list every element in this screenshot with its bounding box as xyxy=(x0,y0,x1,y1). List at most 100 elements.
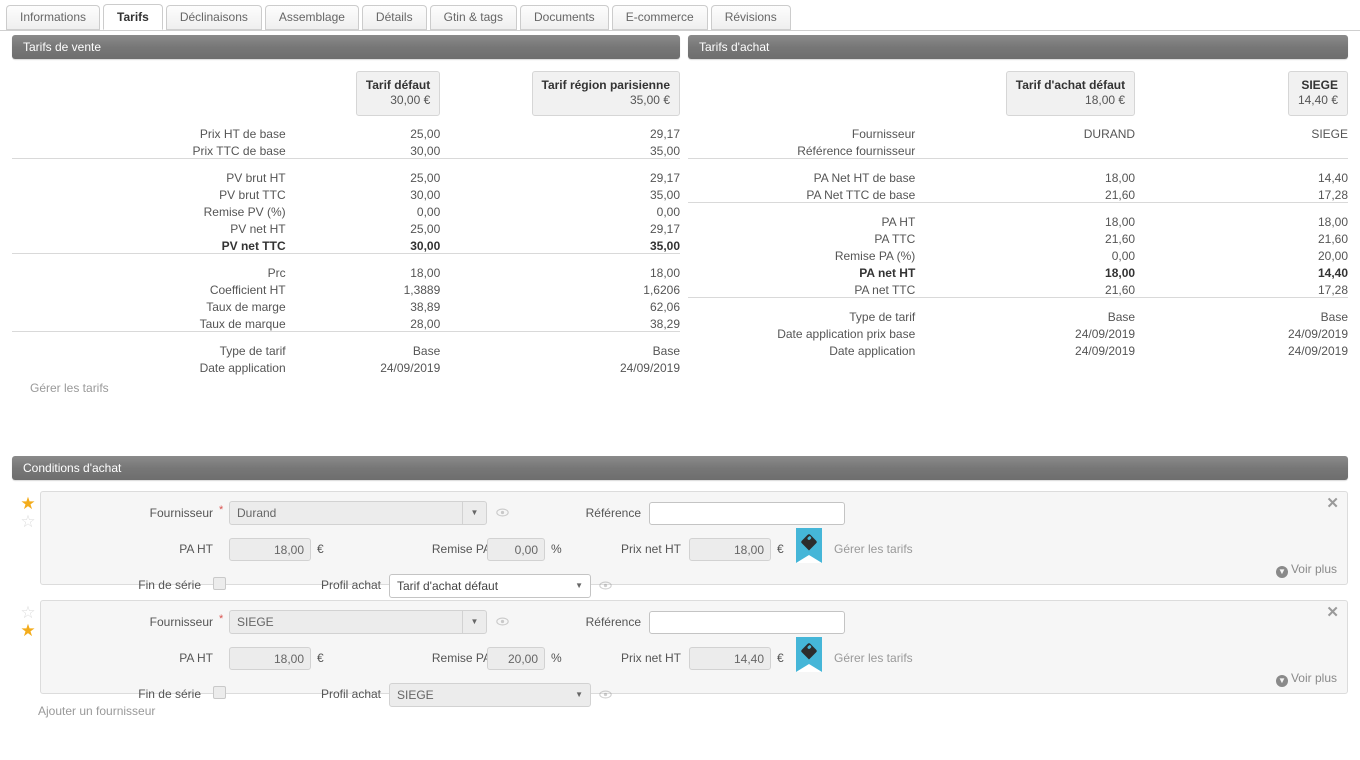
manage-sales-tariffs-link[interactable]: Gérer les tarifs xyxy=(30,381,109,395)
group-divider xyxy=(688,201,1348,212)
manage-tariffs-tag-icon[interactable] xyxy=(796,637,822,672)
remise-pa-input[interactable] xyxy=(487,538,545,561)
tariff-row: PV net HT 25,00 29,17 xyxy=(12,219,680,236)
fin-de-serie-checkbox[interactable] xyxy=(213,686,226,699)
pa-ht-unit: € xyxy=(317,651,324,665)
tariff-column-box: Tarif défaut 30,00 € xyxy=(355,71,441,116)
tariff-row-value: 18,00 xyxy=(649,266,680,280)
remove-supplier-icon[interactable]: ✕ xyxy=(1326,496,1339,511)
fournisseur-required-mark: * xyxy=(219,613,224,625)
tab-d-clinaisons[interactable]: Déclinaisons xyxy=(165,5,262,30)
purchase-tariffs-panel: Tarifs d'achat Tarif d'achat défaut 18,00… xyxy=(688,35,1348,358)
voir-plus-link[interactable]: ▼ Voir plus xyxy=(1275,562,1337,578)
reference-input[interactable] xyxy=(649,502,845,525)
voir-plus-link[interactable]: ▼ Voir plus xyxy=(1275,671,1337,687)
tariff-row-value: 24/09/2019 xyxy=(1287,344,1348,358)
fin-de-serie-checkbox[interactable] xyxy=(213,577,226,590)
purchase-tariffs-header: Tarifs d'achat xyxy=(688,35,1348,59)
tab-tarifs[interactable]: Tarifs xyxy=(103,4,163,30)
tariff-row: Prc 18,00 18,00 xyxy=(12,263,680,280)
remove-supplier-icon[interactable]: ✕ xyxy=(1326,605,1339,620)
profil-achat-value: Tarif d'achat défaut xyxy=(397,579,499,593)
sales-tariffs-header: Tarifs de vente xyxy=(12,35,680,59)
group-divider xyxy=(688,296,1348,307)
tariff-column-box: SIEGE 14,40 € xyxy=(1287,71,1348,116)
tariff-row-value: 62,06 xyxy=(649,300,680,314)
chevron-down-icon[interactable]: ▼ xyxy=(575,684,583,706)
tariff-row: PV brut TTC 30,00 35,00 xyxy=(12,185,680,202)
tab-r-visions[interactable]: Révisions xyxy=(710,5,791,30)
reference-input[interactable] xyxy=(649,611,845,634)
tab-informations[interactable]: Informations xyxy=(6,5,101,30)
purchase-condition-row: ★☆ ✕ Fournisseur * Durand ▼ Référence PA HT € Rem… xyxy=(12,491,1348,598)
tariff-row-value: 18,00 xyxy=(1105,215,1136,229)
chevron-down-icon[interactable]: ▼ xyxy=(462,611,486,633)
profil-achat-preview-icon[interactable] xyxy=(599,578,612,592)
chevron-down-circle-icon: ▼ xyxy=(1275,566,1288,578)
profil-achat-select[interactable]: SIEGE ▼ xyxy=(389,683,591,707)
chevron-down-icon[interactable]: ▼ xyxy=(575,575,583,597)
tariff-row: Fournisseur DURAND SIEGE xyxy=(688,124,1348,141)
tariff-row: Remise PV (%) 0,00 0,00 xyxy=(12,202,680,219)
star-up-icon[interactable]: ★ xyxy=(18,495,38,513)
tariff-row-label: PA Net HT de base xyxy=(813,171,916,185)
tariff-row-value xyxy=(1135,141,1348,158)
manage-tariffs-tag-icon[interactable] xyxy=(796,528,822,563)
fournisseur-value: Durand xyxy=(237,506,277,520)
tariff-row: PA HT 18,00 18,00 xyxy=(688,212,1348,229)
tariff-row-value: 18,00 xyxy=(1105,171,1136,185)
tab-bar: Informations Tarifs Déclinaisons Assemblage… xyxy=(0,0,1360,31)
tariff-row-value: 38,89 xyxy=(410,300,441,314)
star-down-icon[interactable]: ★ xyxy=(18,622,38,640)
tab-d-tails[interactable]: Détails xyxy=(361,5,427,30)
chevron-down-icon[interactable]: ▼ xyxy=(462,502,486,524)
reference-label: Référence xyxy=(585,506,641,520)
remise-pa-input[interactable] xyxy=(487,647,545,670)
fin-de-serie-label: Fin de série xyxy=(138,687,201,701)
tariff-row-label: Référence fournisseur xyxy=(797,143,916,158)
tariff-row: Date application 24/09/2019 24/09/2019 xyxy=(12,358,680,375)
tag-glyph xyxy=(800,642,818,660)
tariff-row: PV net TTC 30,00 35,00 xyxy=(12,236,680,253)
tariff-column-price: 35,00 € xyxy=(629,93,670,107)
label-column-spacer xyxy=(688,71,929,124)
tab-documents[interactable]: Documents xyxy=(519,5,609,30)
tariff-column-price: 14,40 € xyxy=(1297,93,1338,107)
tariff-row-value: SIEGE xyxy=(1311,127,1348,141)
tariff-row-value xyxy=(929,141,1135,158)
pa-ht-input[interactable] xyxy=(229,647,311,670)
tariff-row-label: PV net TTC xyxy=(221,238,286,253)
fournisseur-select[interactable]: Durand ▼ xyxy=(229,501,487,525)
tariff-row-value: 21,60 xyxy=(1105,187,1136,202)
tariff-row: PA TTC 21,60 21,60 xyxy=(688,229,1348,246)
tag-glyph xyxy=(800,533,818,551)
star-up-icon[interactable]: ☆ xyxy=(18,604,38,622)
tab-assemblage[interactable]: Assemblage xyxy=(264,5,359,30)
pa-ht-input[interactable] xyxy=(229,538,311,561)
prix-net-ht-input[interactable] xyxy=(689,538,771,561)
fournisseur-preview-icon[interactable] xyxy=(496,505,509,519)
profil-achat-preview-icon[interactable] xyxy=(599,687,612,701)
tariff-row-value: 0,00 xyxy=(1111,249,1136,263)
tariff-row-value: 24/09/2019 xyxy=(1075,344,1136,358)
prix-net-ht-input[interactable] xyxy=(689,647,771,670)
tab-gtin-tags[interactable]: Gtin & tags xyxy=(429,5,517,30)
star-down-icon[interactable]: ☆ xyxy=(18,513,38,531)
tariff-row-label: Prc xyxy=(267,266,286,280)
fournisseur-value: SIEGE xyxy=(237,615,274,629)
tariff-column-name: SIEGE xyxy=(1301,78,1338,92)
tariff-row-value: 18,00 xyxy=(410,266,441,280)
tab-e-commerce[interactable]: E-commerce xyxy=(611,5,708,30)
manage-tariffs-link[interactable]: Gérer les tarifs xyxy=(834,651,913,665)
voir-plus-label: Voir plus xyxy=(1290,671,1337,685)
manage-tariffs-link[interactable]: Gérer les tarifs xyxy=(834,542,913,556)
profil-achat-select[interactable]: Tarif d'achat défaut ▼ xyxy=(389,574,591,598)
add-supplier-link[interactable]: Ajouter un fournisseur xyxy=(38,704,155,718)
fournisseur-preview-icon[interactable] xyxy=(496,614,509,628)
tariff-row-value: 30,00 xyxy=(410,188,441,202)
tariff-row-value: 29,17 xyxy=(649,127,680,141)
tariff-row-value: 17,28 xyxy=(1317,187,1348,202)
fournisseur-required-mark: * xyxy=(219,504,224,516)
tariff-row-value: 29,17 xyxy=(649,171,680,185)
fournisseur-select[interactable]: SIEGE ▼ xyxy=(229,610,487,634)
